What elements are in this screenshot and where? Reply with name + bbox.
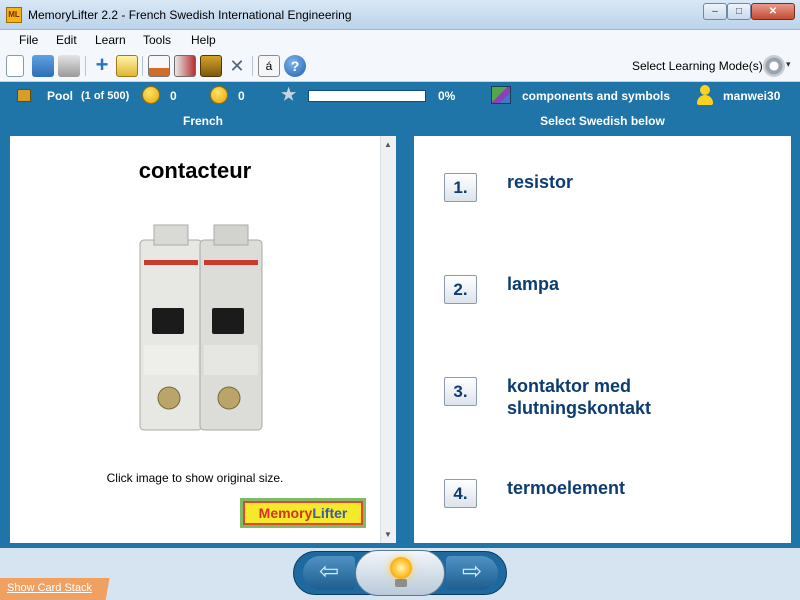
answer-option-4[interactable]: 4. termoelement <box>444 477 784 539</box>
learning-mode-label[interactable]: Select Learning Mode(s) <box>632 59 763 73</box>
sad-smiley-icon <box>210 86 228 104</box>
new-document-icon[interactable] <box>6 55 24 77</box>
question-word: contacteur <box>138 158 252 183</box>
status-bar: Pool (1 of 500) 0 0 ★ 0% components and … <box>0 82 800 110</box>
toolbar-separator <box>252 56 253 76</box>
next-card-button[interactable]: ⇨ <box>446 556 498 590</box>
show-card-stack-link[interactable]: Show Card Stack <box>7 582 92 594</box>
title-bar: ML MemoryLifter 2.2 - French Swedish Int… <box>0 0 800 30</box>
menu-tools[interactable]: Tools <box>143 33 171 47</box>
answer-instruction-header: Select Swedish below <box>540 114 665 128</box>
pool-box-icon <box>17 89 31 102</box>
bottom-bar: ⇦ ⇨ Show Card Stack <box>0 548 800 600</box>
user-icon <box>697 85 713 105</box>
edit-icon[interactable] <box>116 55 138 77</box>
menu-learn[interactable]: Learn <box>95 33 126 47</box>
pool-count: (1 of 500) <box>81 90 130 102</box>
answer-option-2[interactable]: 2. lampa <box>444 273 784 335</box>
previous-card-button[interactable]: ⇦ <box>303 556 355 590</box>
settings-tools-icon[interactable]: ✕ <box>226 55 248 77</box>
help-icon[interactable]: ? <box>284 55 306 77</box>
answer-number-button[interactable]: 3. <box>444 377 477 406</box>
happy-smiley-icon <box>142 86 160 104</box>
answer-number-button[interactable]: 1. <box>444 173 477 202</box>
memorylifter-logo: MemoryLifter <box>240 498 366 528</box>
presentation-icon[interactable] <box>148 55 170 77</box>
menu-help[interactable]: Help <box>191 33 216 47</box>
toolbar: + ✕ á ? Select Learning Mode(s) ▾ <box>0 50 800 82</box>
main-area: French Select Swedish below contacteur C… <box>0 110 800 548</box>
answer-number-button[interactable]: 2. <box>444 275 477 304</box>
statistics-icon[interactable] <box>174 55 196 77</box>
lightbulb-icon <box>390 557 412 579</box>
print-icon[interactable] <box>58 55 80 77</box>
maximize-button[interactable]: □ <box>727 3 751 20</box>
menu-edit[interactable]: Edit <box>56 33 77 47</box>
question-scrollbar[interactable]: ▲ ▼ <box>380 136 396 543</box>
logo-text-memory: Memory <box>258 505 313 521</box>
answer-text[interactable]: resistor <box>507 171 777 193</box>
wrong-count: 0 <box>238 89 245 103</box>
menu-bar: File Edit Learn Tools Help <box>0 30 800 50</box>
logo-text-lifter: Lifter <box>312 505 348 521</box>
minimize-button[interactable]: – <box>703 3 727 20</box>
show-card-stack-tab: Show Card Stack <box>0 578 125 600</box>
answer-number-button[interactable]: 4. <box>444 479 477 508</box>
window-title: MemoryLifter 2.2 - French Swedish Intern… <box>28 8 352 22</box>
question-language-header: French <box>182 114 223 128</box>
scroll-down-icon[interactable]: ▼ <box>384 530 392 539</box>
box-icon[interactable] <box>200 55 222 77</box>
toolbar-separator <box>142 56 143 76</box>
chapter-name[interactable]: components and symbols <box>522 89 670 103</box>
answer-text[interactable]: termoelement <box>507 477 777 499</box>
chevron-down-icon[interactable]: ▾ <box>786 59 791 70</box>
pool-label: Pool <box>47 89 73 103</box>
answer-text[interactable]: kontaktor med slutningskontakt <box>507 375 777 419</box>
progress-percent: 0% <box>438 89 456 103</box>
app-icon: ML <box>6 7 22 23</box>
image-hint: Click image to show original size. <box>106 471 284 485</box>
user-name: manwei30 <box>723 89 781 103</box>
close-button[interactable]: ✕ <box>751 3 795 20</box>
answer-option-1[interactable]: 1. resistor <box>444 171 784 233</box>
star-icon: ★ <box>281 85 297 104</box>
gear-icon[interactable] <box>763 55 785 77</box>
scroll-up-icon[interactable]: ▲ <box>384 140 392 149</box>
open-folder-icon[interactable] <box>32 55 54 77</box>
lightbulb-base <box>395 579 407 587</box>
progress-bar <box>308 90 426 102</box>
add-card-icon[interactable]: + <box>91 54 113 77</box>
toolbar-separator <box>85 56 86 76</box>
answer-text[interactable]: lampa <box>507 273 777 295</box>
card-image[interactable] <box>120 220 280 445</box>
show-answer-button[interactable] <box>355 550 445 596</box>
question-panel: contacteur Click image to show original … <box>10 136 396 543</box>
answers-panel: 1. resistor 2. lampa 3. kontaktor med sl… <box>414 136 791 543</box>
right-count: 0 <box>170 89 177 103</box>
answer-option-3[interactable]: 3. kontaktor med slutningskontakt <box>444 375 784 437</box>
character-map-icon[interactable]: á <box>258 55 280 77</box>
menu-file[interactable]: File <box>19 33 38 47</box>
chapter-icon <box>491 86 511 104</box>
